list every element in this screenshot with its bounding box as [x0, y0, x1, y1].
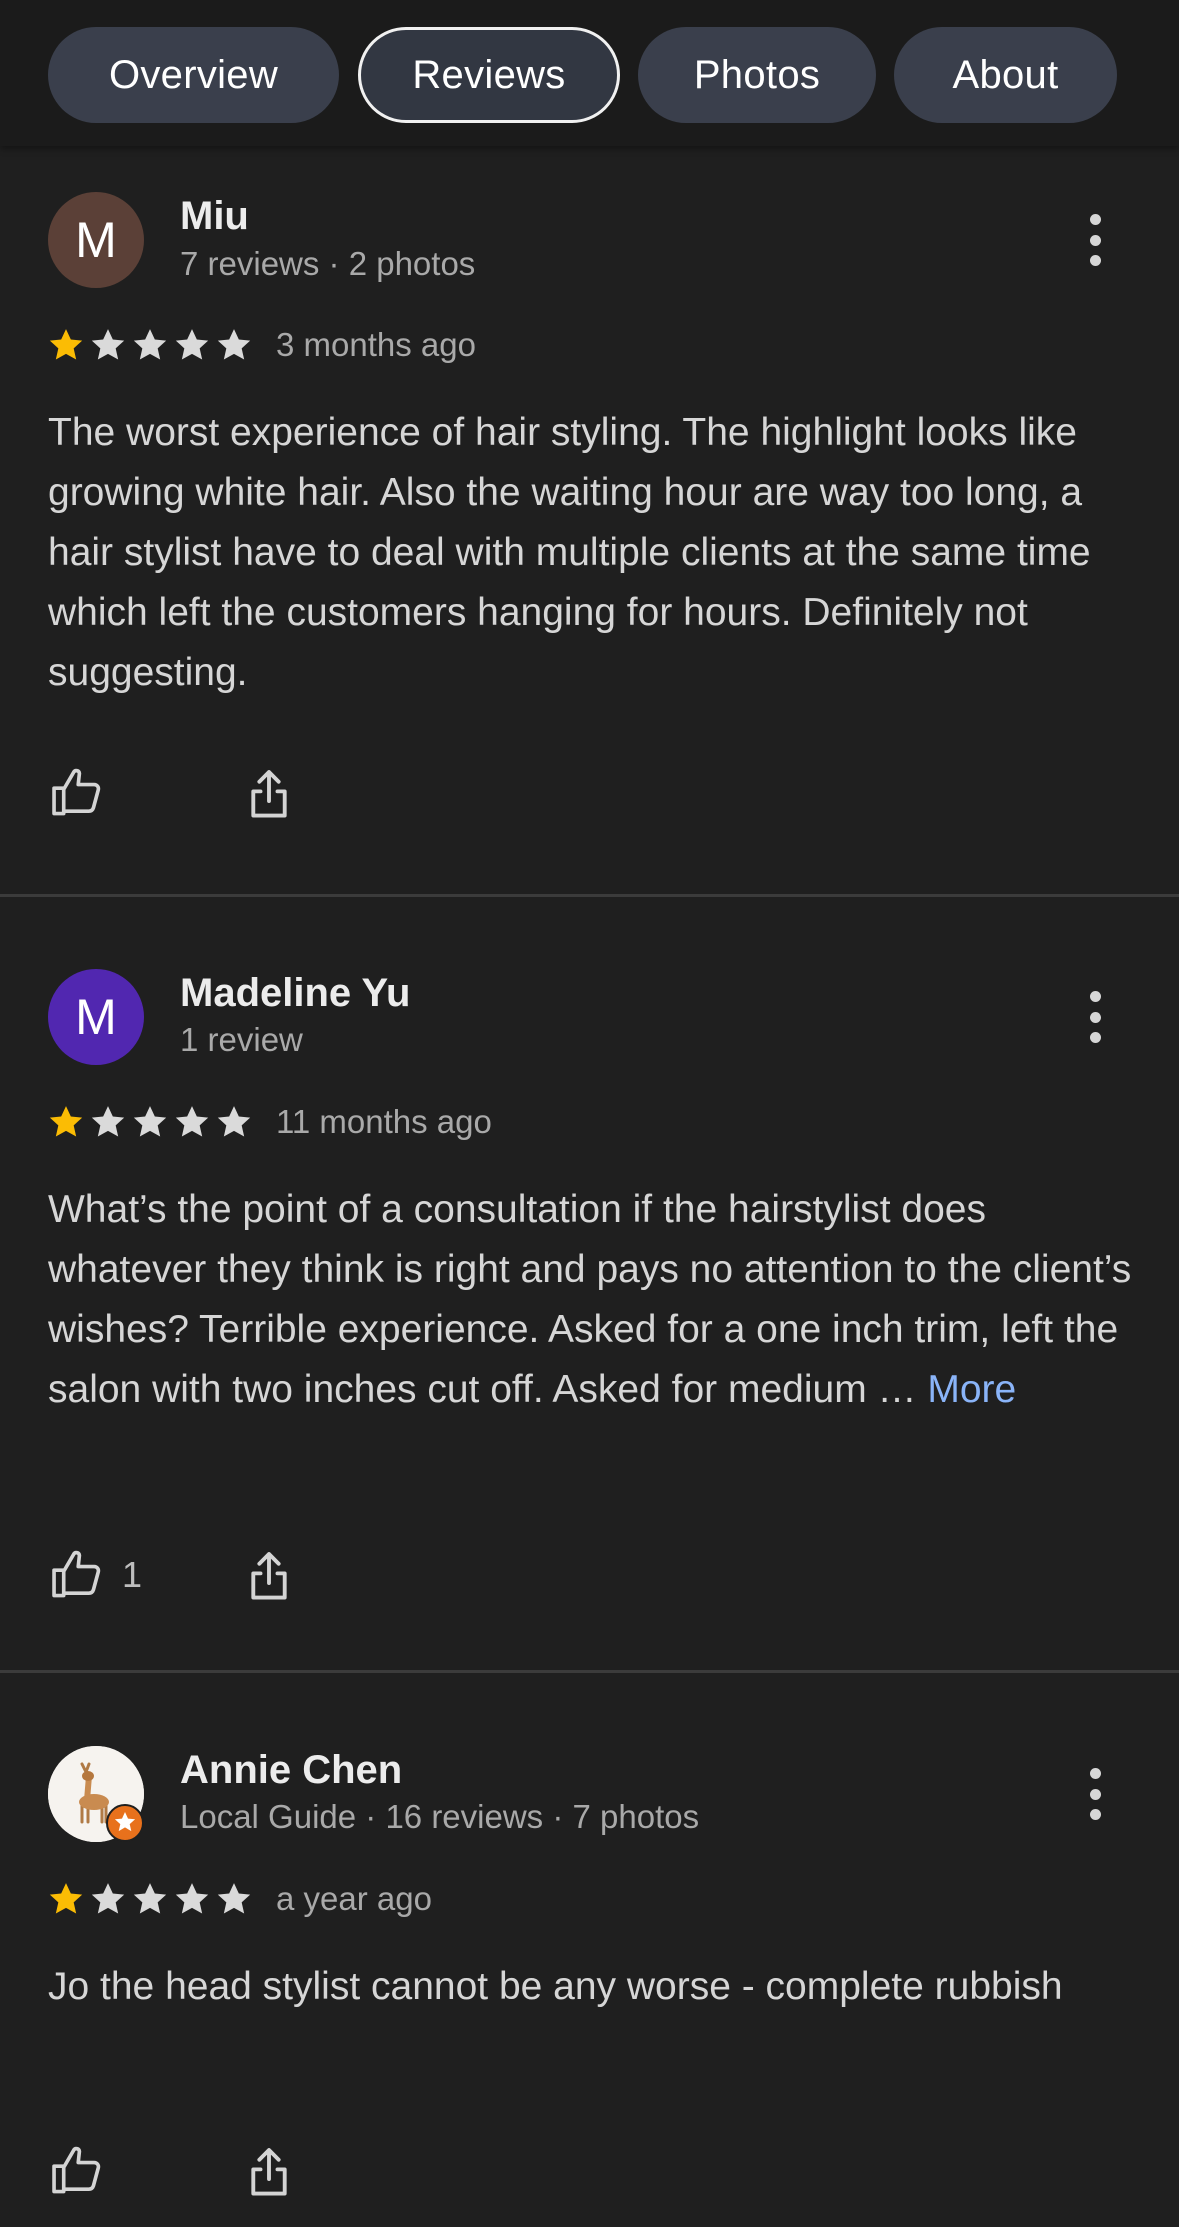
tab-overview[interactable]: Overview: [48, 27, 339, 123]
star-empty-icon: [175, 1883, 209, 1914]
reviewer-meta: Local Guide · 16 reviews · 7 photos: [180, 1798, 700, 1835]
like-count: 1: [122, 1554, 143, 1595]
review-divider: [0, 894, 1179, 897]
tab-about[interactable]: About: [894, 27, 1117, 123]
review-time: a year ago: [276, 1880, 432, 1917]
like-button[interactable]: [48, 764, 106, 822]
star-filled-icon: [49, 329, 83, 360]
like-button[interactable]: 1: [48, 1546, 142, 1604]
tab-reviews[interactable]: Reviews: [358, 27, 620, 123]
like-button[interactable]: [48, 2142, 106, 2200]
review-text: Jo the head stylist cannot be any worse …: [48, 1965, 1063, 2008]
star-empty-icon: [133, 1106, 167, 1137]
star-filled-icon: [49, 1883, 83, 1914]
review-divider: [0, 1670, 1179, 1673]
star-empty-icon: [217, 1883, 251, 1914]
share-button[interactable]: [240, 1548, 298, 1606]
star-empty-icon: [133, 329, 167, 360]
share-icon: [251, 2148, 287, 2196]
reviewer-meta: 1 review: [180, 1021, 303, 1058]
star-empty-icon: [175, 1106, 209, 1137]
share-icon: [251, 1552, 287, 1600]
thumb-up-icon: [52, 1550, 101, 1598]
star-filled-icon: [49, 1106, 83, 1137]
tab-photos[interactable]: Photos: [638, 27, 876, 123]
star-empty-icon: [217, 1106, 251, 1137]
more-link[interactable]: More: [927, 1368, 1016, 1411]
thumb-up-icon: [52, 2146, 101, 2194]
star-empty-icon: [175, 329, 209, 360]
share-button[interactable]: [240, 2144, 298, 2202]
star-empty-icon: [217, 329, 251, 360]
avatar[interactable]: M: [48, 192, 144, 288]
reviewer-meta: 7 reviews · 2 photos: [180, 245, 476, 282]
star-rating: [46, 1102, 254, 1142]
star-empty-icon: [133, 1883, 167, 1914]
reviewer-name[interactable]: Madeline Yu: [180, 971, 410, 1016]
more-options-icon[interactable]: [1080, 1764, 1110, 1824]
review-time: 11 months ago: [276, 1103, 492, 1140]
star-empty-icon: [91, 1106, 125, 1137]
star-empty-icon: [91, 1883, 125, 1914]
share-button[interactable]: [240, 766, 298, 824]
star-empty-icon: [91, 329, 125, 360]
thumb-up-icon: [52, 768, 101, 816]
more-options-icon[interactable]: [1080, 210, 1110, 270]
star-rating: [46, 1879, 254, 1919]
place-tabs-bar: Overview Reviews Photos About: [0, 0, 1179, 146]
share-icon: [251, 770, 287, 818]
review-text: The worst experience of hair styling. Th…: [48, 411, 1091, 694]
reviewer-name[interactable]: Miu: [180, 194, 249, 239]
avatar[interactable]: [48, 1746, 144, 1842]
star-rating: [46, 325, 254, 365]
more-options-icon[interactable]: [1080, 987, 1110, 1047]
avatar[interactable]: M: [48, 969, 144, 1065]
review-text: What’s the point of a consultation if th…: [48, 1180, 1148, 1420]
local-guide-star-icon: [106, 1804, 144, 1842]
reviewer-name[interactable]: Annie Chen: [180, 1748, 402, 1793]
review-time: 3 months ago: [276, 326, 476, 363]
